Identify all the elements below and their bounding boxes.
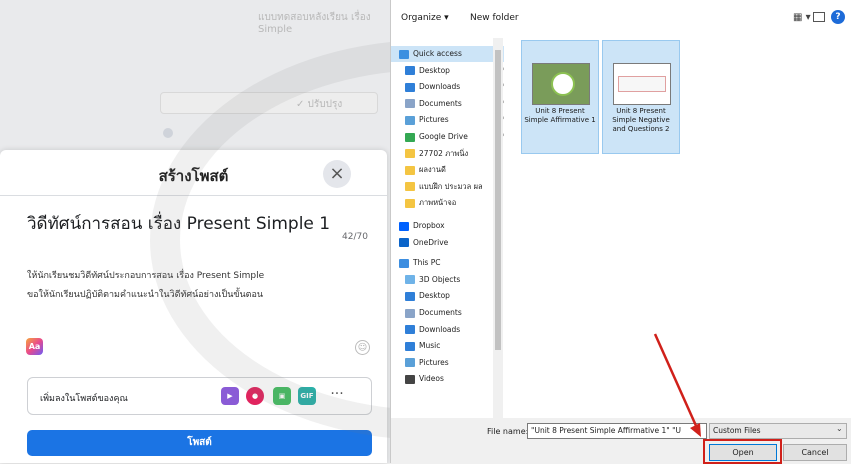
annotation-arrow bbox=[653, 333, 701, 437]
